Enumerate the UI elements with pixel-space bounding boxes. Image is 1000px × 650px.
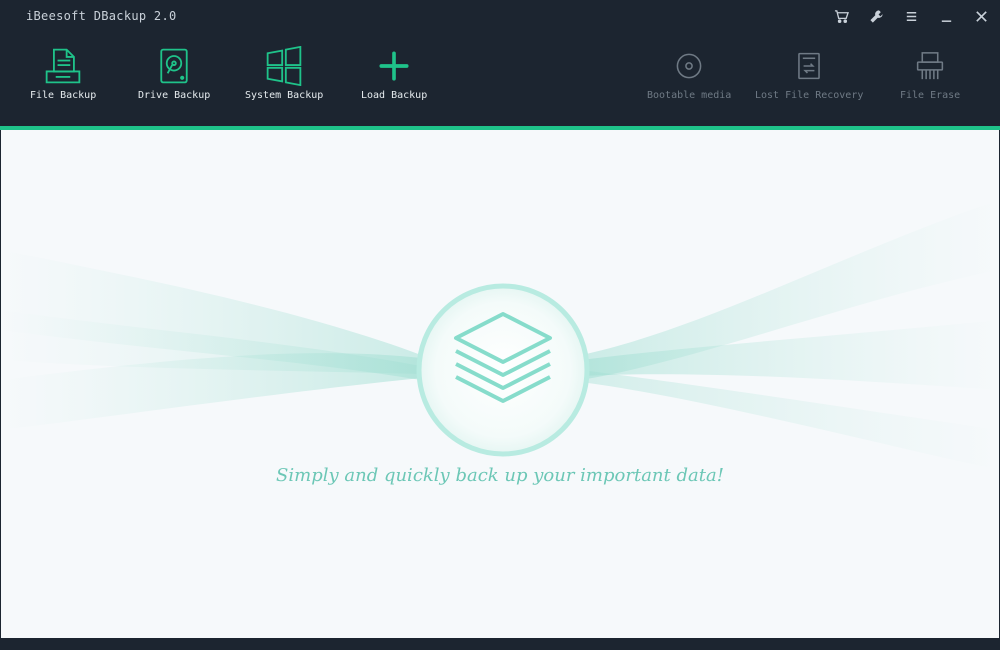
file-backup-button[interactable]: File Backup [30, 44, 96, 101]
main-panel: Simply and quickly back up your importan… [1, 130, 999, 638]
load-backup-button[interactable]: Load Backup [361, 44, 427, 101]
minimize-icon[interactable] [938, 8, 955, 25]
wrench-icon[interactable] [868, 8, 885, 25]
file-erase-button[interactable]: File Erase [900, 44, 960, 101]
lost-file-recovery-button[interactable]: Lost File Recovery [755, 44, 863, 101]
system-backup-button[interactable]: System Backup [245, 44, 323, 101]
load-backup-label: Load Backup [361, 90, 428, 101]
system-backup-label: System Backup [245, 90, 324, 101]
file-backup-label: File Backup [30, 90, 97, 101]
tagline: Simply and quickly back up your importan… [276, 465, 724, 486]
app-title: iBeesoft DBackup 2.0 [26, 9, 177, 23]
drive-backup-icon [152, 44, 196, 88]
bootable-media-label: Bootable media [647, 90, 732, 101]
disc-icon [667, 44, 711, 88]
file-erase-label: File Erase [900, 90, 961, 101]
cart-icon[interactable] [833, 8, 850, 25]
status-strip [0, 638, 1000, 650]
drive-backup-label: Drive Backup [138, 90, 211, 101]
window-controls [833, 8, 990, 25]
shredder-icon [908, 44, 952, 88]
top-bar: iBeesoft DBackup 2.0 File Backup Drive B… [0, 0, 1000, 128]
lost-file-recovery-label: Lost File Recovery [755, 90, 864, 101]
file-backup-icon [41, 44, 85, 88]
menu-icon[interactable] [903, 8, 920, 25]
backup-logo [414, 281, 592, 459]
bootable-media-button[interactable]: Bootable media [647, 44, 731, 101]
drive-backup-button[interactable]: Drive Backup [138, 44, 210, 101]
close-icon[interactable] [973, 8, 990, 25]
file-recovery-icon [787, 44, 831, 88]
plus-icon [372, 44, 416, 88]
system-backup-icon [262, 44, 306, 88]
